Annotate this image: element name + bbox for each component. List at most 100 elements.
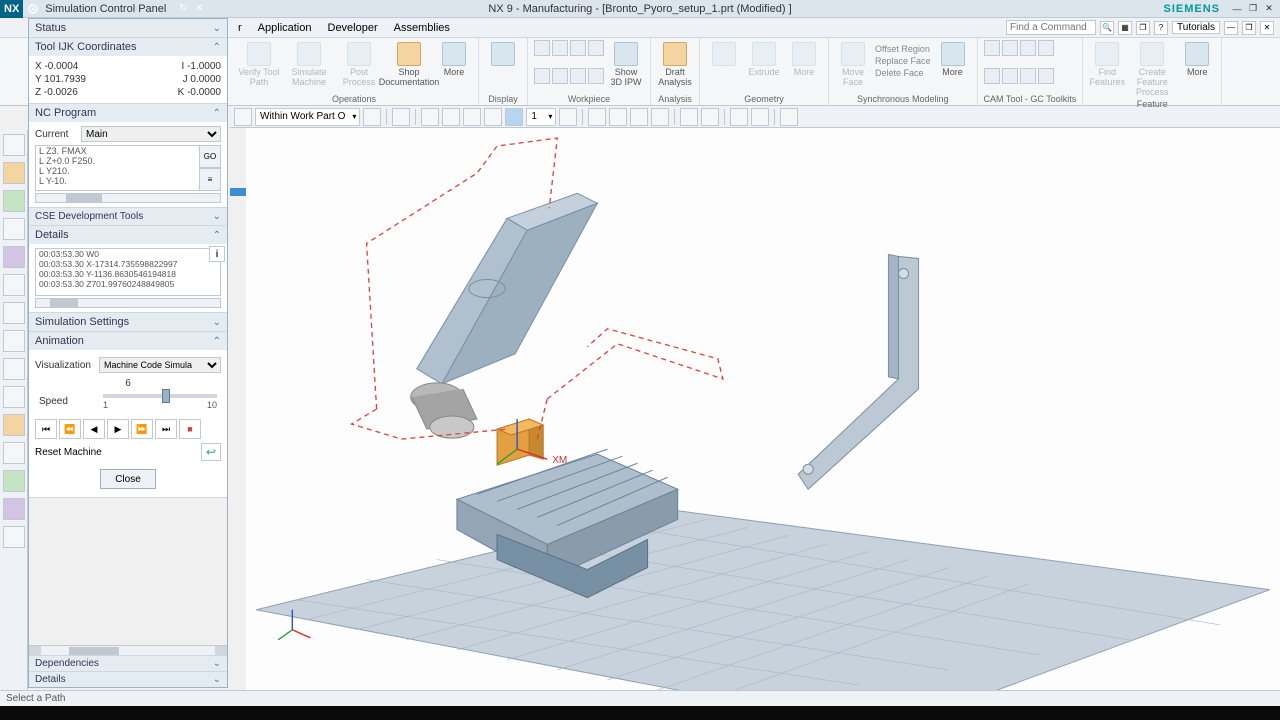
nc-program-list[interactable]: L Z3. FMAX L Z+0.0 F250. L Y210. L Y-10. — [35, 145, 221, 191]
workpiece-mini-buttons[interactable] — [534, 40, 604, 93]
nav-button[interactable] — [3, 330, 25, 352]
tb-button[interactable] — [442, 108, 460, 126]
3d-viewport[interactable]: XM — [246, 128, 1280, 690]
nc-go-button[interactable]: GO — [199, 145, 221, 168]
cse-tools-header[interactable]: CSE Development Tools⌄ — [29, 207, 227, 225]
nc-step-button[interactable]: ≡ — [199, 168, 221, 191]
nc-scrollbar[interactable] — [35, 193, 221, 203]
nav-button[interactable] — [3, 526, 25, 548]
extrude-button[interactable]: Extrude — [746, 40, 782, 93]
details-section-header[interactable]: Details⌃ — [29, 226, 227, 244]
tb-button[interactable] — [730, 108, 748, 126]
window-icon[interactable]: ❐ — [1136, 21, 1150, 35]
details-scrollbar[interactable] — [35, 298, 221, 308]
find-features-button[interactable]: Find Features — [1089, 40, 1125, 98]
nav-button[interactable] — [3, 246, 25, 268]
layout-icon[interactable]: ▦ — [1118, 21, 1132, 35]
nav-button[interactable] — [3, 302, 25, 324]
tb-button[interactable] — [363, 108, 381, 126]
back-button[interactable]: ◀ — [83, 419, 105, 439]
restore-icon[interactable]: ❐ — [1246, 2, 1260, 16]
search-icon[interactable]: 🔍 — [1100, 21, 1114, 35]
sim-settings-header[interactable]: Simulation Settings⌄ — [29, 313, 227, 331]
tb-button[interactable] — [630, 108, 648, 126]
help-icon[interactable]: ? — [1154, 21, 1168, 35]
nav-button[interactable] — [3, 414, 25, 436]
coords-section-header[interactable]: Tool IJK Coordinates⌃ — [29, 38, 227, 56]
tb-button[interactable] — [651, 108, 669, 126]
display-button[interactable] — [485, 40, 521, 93]
sync-more-button[interactable]: More — [935, 40, 971, 93]
selection-scope-dropdown[interactable]: Within Work Part O — [255, 108, 360, 126]
rewind-start-button[interactable]: ⏮ — [35, 419, 57, 439]
close-button[interactable]: Close — [100, 469, 156, 489]
tb-button[interactable] — [463, 108, 481, 126]
cam-tool-mini-buttons[interactable] — [984, 40, 1054, 93]
panel-refresh-icon[interactable]: ↻ — [176, 2, 190, 16]
move-face-button[interactable]: Move Face — [835, 40, 871, 93]
tb-button[interactable] — [484, 108, 502, 126]
animation-header[interactable]: Animation⌃ — [29, 332, 227, 350]
tb-button[interactable] — [680, 108, 698, 126]
tutorials-button[interactable]: Tutorials — [1172, 21, 1220, 34]
shop-doc-button[interactable]: Shop Documentation — [386, 40, 432, 93]
draft-analysis-button[interactable]: Draft Analysis — [657, 40, 693, 93]
show-3dipw-button[interactable]: Show 3D IPW — [608, 40, 644, 93]
panel-hscroll[interactable] — [29, 645, 227, 655]
info-button[interactable]: i — [209, 246, 225, 262]
details-list[interactable]: 00:03:53.30 W0 00:03:53.30 X-17314.73559… — [35, 248, 221, 296]
nav-button[interactable] — [3, 218, 25, 240]
menu-application[interactable]: Application — [250, 22, 320, 34]
tb-button[interactable] — [234, 108, 252, 126]
fwd-end-button[interactable]: ⏭ — [155, 419, 177, 439]
nc-section-header[interactable]: NC Program⌃ — [29, 104, 227, 122]
nav-button[interactable] — [3, 190, 25, 212]
tb-button[interactable] — [751, 108, 769, 126]
dependencies-header[interactable]: Dependencies⌄ — [29, 655, 227, 671]
tb-button[interactable] — [505, 108, 523, 126]
nav-button[interactable] — [3, 162, 25, 184]
close-icon[interactable]: ✕ — [1262, 2, 1276, 16]
nc-current-select[interactable]: Main — [81, 126, 221, 142]
menu-item[interactable]: r — [230, 22, 250, 34]
tb-button[interactable] — [588, 108, 606, 126]
menu-assemblies[interactable]: Assemblies — [386, 22, 458, 34]
step-fwd-button[interactable]: ⏩ — [131, 419, 153, 439]
details2-header[interactable]: Details⌄ — [29, 671, 227, 687]
stop-button[interactable]: ■ — [179, 419, 201, 439]
panel-close-icon[interactable]: ✕ — [192, 2, 206, 16]
nav-button[interactable] — [3, 274, 25, 296]
nav-button[interactable] — [3, 134, 25, 156]
inner-close-icon[interactable]: ✕ — [1260, 21, 1274, 35]
tb-button[interactable] — [780, 108, 798, 126]
tb-button[interactable] — [421, 108, 439, 126]
play-button[interactable]: ▶ — [107, 419, 129, 439]
gear-icon[interactable] — [27, 3, 39, 15]
status-section-header[interactable]: Status⌄ — [29, 19, 227, 37]
inner-restore-icon[interactable]: ❐ — [1242, 21, 1256, 35]
tb-num-dropdown[interactable]: 1 — [526, 108, 556, 126]
find-command-input[interactable] — [1006, 20, 1096, 35]
operations-more-button[interactable]: More — [436, 40, 472, 93]
nav-button[interactable] — [3, 442, 25, 464]
geometry-more-button[interactable]: More — [786, 40, 822, 93]
speed-slider[interactable] — [103, 394, 217, 398]
create-feature-button[interactable]: Create Feature Process — [1129, 40, 1175, 98]
verify-toolpath-button[interactable]: Verify Tool Path — [236, 40, 282, 93]
tb-button[interactable] — [609, 108, 627, 126]
feature-more-button[interactable]: More — [1179, 40, 1215, 98]
tb-button[interactable] — [392, 108, 410, 126]
menu-developer[interactable]: Developer — [320, 22, 386, 34]
nav-button[interactable] — [3, 358, 25, 380]
tb-button[interactable] — [559, 108, 577, 126]
post-process-button[interactable]: Post Process — [336, 40, 382, 93]
viz-select[interactable]: Machine Code Simula — [99, 357, 221, 373]
nav-button[interactable] — [3, 498, 25, 520]
step-back-button[interactable]: ⏪ — [59, 419, 81, 439]
inner-minimize-icon[interactable]: — — [1224, 21, 1238, 35]
nav-button[interactable] — [3, 386, 25, 408]
minimize-icon[interactable]: — — [1230, 2, 1244, 16]
simulate-machine-button[interactable]: Simulate Machine — [286, 40, 332, 93]
reset-machine-button[interactable]: ↩ — [201, 443, 221, 461]
tb-button[interactable] — [701, 108, 719, 126]
